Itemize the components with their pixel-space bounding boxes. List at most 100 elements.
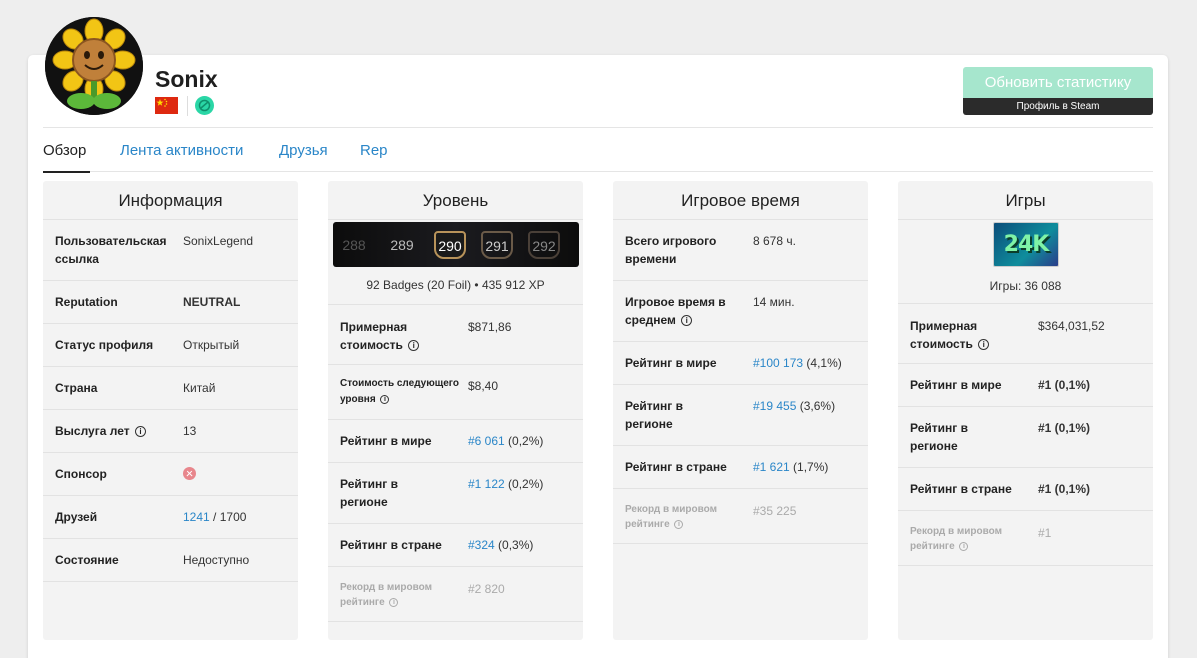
row-label-wrap: Игровое время в среднем i [625, 293, 740, 329]
info-panel-title: Информация [43, 181, 298, 220]
profile-tabs: Обзор Лента активности Друзья Rep [43, 128, 1153, 173]
row-value: #1 621 (1,7%) [753, 458, 828, 476]
level-row-country-rank: Рейтинг в стране #324 (0,3%) [328, 524, 583, 567]
row-value: #2 820 [468, 582, 505, 596]
row-label: Рейтинг в стране [910, 482, 1012, 496]
tab-overview[interactable]: Обзор [43, 142, 86, 159]
game-thumbnail[interactable]: 24K [993, 222, 1059, 267]
row-label: Стоимость следующего уровня [340, 378, 459, 405]
game-thumbnail-text: 24K [1003, 232, 1050, 257]
active-tab-underline [43, 171, 90, 173]
world-rank-link[interactable]: #6 061 [468, 434, 505, 448]
row-label: Статус профиля [55, 338, 154, 352]
level-badge: 292 [528, 231, 560, 259]
games-row-region-rank: Рейтинг в регионе #1 (0,1%) [898, 407, 1153, 468]
row-label: Рекорд в мировом рейтинге [625, 504, 718, 530]
playtime-panel-title: Игровое время [613, 181, 868, 220]
level-ring-icon [195, 96, 214, 115]
friends-value: 1241 / 1700 [183, 508, 246, 526]
country-rank-value[interactable]: #1 (0,1%) [1038, 480, 1090, 498]
playtime-row-total: Всего игрового времени 8 678 ч. [613, 220, 868, 281]
row-label-wrap: Рекорд в мировом рейтинге i [910, 524, 1020, 554]
row-label: Рейтинг в регионе [340, 477, 398, 509]
info-icon[interactable]: i [134, 426, 146, 438]
row-label: Рекорд в мировом рейтинге [340, 582, 433, 608]
row-label: Выслуга лет [55, 424, 130, 438]
row-value: Недоступно [183, 553, 250, 567]
info-panel: Информация Пользовательская ссылка Sonix… [43, 181, 298, 640]
row-label: Рейтинг в стране [625, 460, 727, 474]
row-value: SonixLegend [183, 234, 254, 248]
level-rows: Примерная стоимость i $871,86 Стоимость … [328, 304, 583, 622]
row-label: Друзей [55, 510, 98, 524]
rank-percent: (4,1%) [806, 356, 842, 370]
avatar[interactable] [45, 17, 143, 115]
country-link[interactable]: Китай [183, 379, 215, 397]
level-row-next-cost: Стоимость следующего уровня i $8,40 [328, 365, 583, 420]
row-value: $8,40 [468, 379, 499, 393]
info-icon[interactable]: i [389, 597, 399, 607]
rank-percent: (0,3%) [498, 538, 534, 552]
playtime-row-region-rank: Рейтинг в регионе #19 455 (3,6%) [613, 385, 868, 446]
steam-profile-link[interactable]: Профиль в Steam [963, 98, 1153, 115]
close-circle-icon [183, 467, 196, 480]
games-panel: Игры 24K Игры: 36 088 Примерная стоимост… [898, 181, 1153, 640]
header-divider [187, 96, 188, 116]
row-value: #6 061 (0,2%) [468, 432, 543, 450]
country-rank-link[interactable]: #1 621 [753, 460, 790, 474]
info-icon[interactable]: i [408, 340, 420, 352]
country-rank-link[interactable]: #324 [468, 538, 495, 552]
row-value: #1 [1038, 526, 1052, 540]
row-value: #324 (0,3%) [468, 536, 533, 554]
region-rank-link[interactable]: #19 455 [753, 399, 796, 413]
row-value: $364,031,52 [1038, 319, 1105, 333]
info-icon[interactable]: i [681, 315, 693, 327]
row-label: Рейтинг в мире [910, 378, 1002, 392]
row-value: #19 455 (3,6%) [753, 397, 835, 415]
row-label-wrap: Рекорд в мировом рейтинге i [625, 502, 735, 532]
row-label-wrap: Стоимость следующего уровня i [340, 376, 468, 408]
info-row-friends: Друзей 1241 / 1700 [43, 496, 298, 539]
sponsor-value [183, 467, 196, 485]
row-label: Рейтинг в стране [340, 538, 442, 552]
games-row-value: Примерная стоимость i $364,031,52 [898, 303, 1153, 364]
refresh-stats-button[interactable]: Обновить статистику [963, 67, 1153, 98]
tab-friends[interactable]: Друзья [279, 142, 328, 159]
level-row-value: Примерная стоимость i $871,86 [328, 304, 583, 365]
rank-percent: (1,7%) [793, 460, 829, 474]
info-icon[interactable]: i [380, 394, 390, 404]
rank-percent: (0,2%) [508, 434, 544, 448]
games-count: Игры: 36 088 [989, 279, 1062, 293]
games-row-record: Рекорд в мировом рейтинге i #1 [898, 511, 1153, 566]
games-rows: Примерная стоимость i $364,031,52 Рейтин… [898, 303, 1153, 566]
row-value: 8 678 ч. [753, 234, 796, 248]
world-rank-value[interactable]: #1 (0,1%) [1038, 376, 1090, 394]
info-icon[interactable]: i [978, 339, 990, 351]
tab-rep[interactable]: Rep [360, 142, 388, 159]
level-badge: 289 [390, 237, 414, 253]
playtime-row-world-rank: Рейтинг в мире #100 173 (4,1%) [613, 342, 868, 385]
world-rank-link[interactable]: #100 173 [753, 356, 803, 370]
games-row-world-rank: Рейтинг в мире #1 (0,1%) [898, 364, 1153, 407]
row-label-wrap: Рекорд в мировом рейтинге i [340, 580, 450, 610]
region-rank-link[interactable]: #1 122 [468, 477, 505, 491]
region-rank-value[interactable]: #1 (0,1%) [1038, 419, 1090, 437]
friends-count-link[interactable]: 1241 [183, 510, 210, 524]
tab-activity-feed[interactable]: Лента активности [120, 142, 243, 159]
games-row-country-rank: Рейтинг в стране #1 (0,1%) [898, 468, 1153, 511]
row-value: #100 173 (4,1%) [753, 354, 842, 372]
level-panel: Уровень 288 289 290 291 292 92 Badges (2… [328, 181, 583, 640]
current-level-badge: 290 [434, 231, 466, 259]
level-panel-title: Уровень [328, 181, 583, 220]
row-value: $871,86 [468, 320, 512, 334]
row-label: Примерная стоимость [340, 320, 408, 352]
row-value: #1 122 (0,2%) [468, 475, 543, 493]
profile-username: Sonix [155, 66, 218, 92]
info-icon[interactable]: i [959, 541, 969, 551]
row-label: Рейтинг в мире [340, 434, 432, 448]
level-badge: 291 [481, 231, 513, 259]
row-label: Состояние [55, 553, 119, 567]
games-panel-title: Игры [898, 181, 1153, 220]
info-row-sponsor: Спонсор [43, 453, 298, 496]
info-icon[interactable]: i [674, 519, 684, 529]
